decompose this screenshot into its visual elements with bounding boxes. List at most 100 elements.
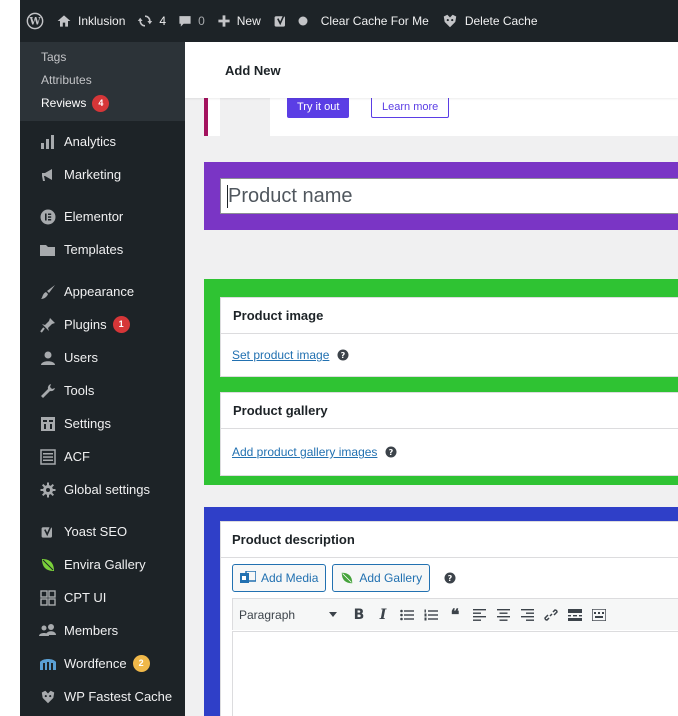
wordpress-icon: W bbox=[26, 12, 44, 30]
sidebar-item-wp-fastest-cache[interactable]: WP Fastest Cache bbox=[20, 680, 185, 713]
product-image-body: Set product image ? bbox=[221, 334, 678, 376]
sidebar-item-marketing[interactable]: Marketing bbox=[20, 158, 185, 191]
clear-cache-link[interactable]: Clear Cache For Me bbox=[315, 0, 435, 42]
media-buttons-row: Add Media Add Gallery ? bbox=[221, 558, 678, 598]
sidebar-item-settings[interactable]: Settings bbox=[20, 407, 185, 440]
learn-more-button[interactable]: Learn more bbox=[371, 96, 450, 118]
delete-cache-link[interactable]: Delete Cache bbox=[435, 0, 544, 42]
sidebar-item-label: Elementor bbox=[64, 209, 124, 224]
comments-count: 0 bbox=[198, 14, 205, 28]
cheetah-icon bbox=[38, 687, 58, 707]
sidebar-item-label: Plugins bbox=[64, 317, 107, 332]
cheetah-icon bbox=[443, 14, 457, 28]
sidebar-item-elementor[interactable]: Elementor bbox=[20, 200, 185, 233]
updates-count: 4 bbox=[159, 14, 167, 28]
sidebar-item-label: Users bbox=[64, 350, 98, 365]
notice-image-area bbox=[220, 98, 270, 136]
leaf-icon bbox=[38, 555, 58, 575]
read-more-button[interactable] bbox=[563, 603, 587, 627]
blockquote-button[interactable]: ❝ bbox=[443, 603, 467, 627]
product-gallery-body: Add product gallery images ? bbox=[221, 429, 678, 475]
admin-sidebar: Tags Attributes Reviews 4 Analytics Marke… bbox=[20, 42, 185, 716]
italic-icon: I bbox=[379, 606, 387, 623]
plugins-update-badge: 1 bbox=[112, 316, 130, 333]
sidebar-item-label: Analytics bbox=[64, 134, 117, 149]
site-name: Inklusion bbox=[78, 14, 126, 28]
product-image-box: Product image Set product image ? bbox=[220, 297, 678, 377]
help-icon[interactable]: ? bbox=[337, 349, 349, 361]
help-icon[interactable]: ? bbox=[444, 572, 456, 584]
help-icon[interactable]: ? bbox=[385, 446, 397, 458]
italic-button[interactable]: I bbox=[371, 603, 395, 627]
reviews-count-badge: 4 bbox=[92, 95, 110, 112]
align-center-icon bbox=[496, 608, 510, 621]
sidebar-item-users[interactable]: Users bbox=[20, 341, 185, 374]
new-content-link[interactable]: New bbox=[211, 0, 267, 42]
delete-cache-label: Delete Cache bbox=[464, 14, 538, 28]
submenu-item-label: Attributes bbox=[41, 73, 92, 87]
paintbrush-icon bbox=[38, 282, 58, 302]
submenu-item-label: Tags bbox=[41, 50, 67, 64]
numbered-list-button[interactable] bbox=[419, 603, 443, 627]
product-description-section: Product description Add Media Add Galler… bbox=[204, 507, 678, 716]
elementor-icon bbox=[38, 207, 58, 227]
sidebar-item-appearance[interactable]: Appearance bbox=[20, 275, 185, 308]
sidebar-item-cpt-ui[interactable]: CPT UI bbox=[20, 581, 185, 614]
sidebar-item-label: Members bbox=[64, 623, 119, 638]
comment-icon bbox=[179, 16, 191, 27]
add-product-gallery-link[interactable]: Add product gallery images bbox=[232, 445, 377, 459]
sidebar-item-global-settings[interactable]: Global settings bbox=[20, 473, 185, 506]
user-icon bbox=[38, 348, 58, 368]
svg-text:?: ? bbox=[448, 574, 453, 583]
align-left-icon bbox=[472, 608, 486, 621]
sidebar-item-label: Envira Gallery bbox=[64, 557, 146, 572]
left-gutter bbox=[0, 0, 20, 716]
wordfence-icon bbox=[38, 654, 58, 674]
sidebar-item-members[interactable]: Members bbox=[20, 614, 185, 647]
toolbar-toggle-button[interactable] bbox=[587, 603, 611, 627]
sidebar-item-label: Templates bbox=[64, 242, 124, 257]
submenu-item-reviews[interactable]: Reviews 4 bbox=[20, 92, 185, 115]
members-icon bbox=[38, 621, 58, 641]
sidebar-item-tools[interactable]: Tools bbox=[20, 374, 185, 407]
sidebar-item-envira-gallery[interactable]: Envira Gallery bbox=[20, 548, 185, 581]
plus-icon bbox=[218, 15, 230, 27]
site-name-link[interactable]: Inklusion bbox=[50, 0, 131, 42]
bold-button[interactable]: B bbox=[347, 603, 371, 627]
wordpress-logo-button[interactable]: W bbox=[20, 0, 50, 42]
settings-icon bbox=[38, 414, 58, 434]
bulleted-list-button[interactable] bbox=[395, 603, 419, 627]
align-right-icon bbox=[520, 608, 534, 621]
acf-icon bbox=[38, 447, 58, 467]
sidebar-item-plugins[interactable]: Plugins 1 bbox=[20, 308, 185, 341]
format-select[interactable]: Paragraph bbox=[239, 608, 347, 622]
description-editor[interactable] bbox=[232, 631, 678, 716]
product-description-heading: Product description bbox=[221, 522, 678, 558]
sidebar-item-analytics[interactable]: Analytics bbox=[20, 125, 185, 158]
try-it-out-button[interactable]: Try it out bbox=[287, 96, 350, 118]
home-icon bbox=[57, 15, 71, 27]
yoast-adminbar-link[interactable] bbox=[267, 0, 315, 42]
sidebar-item-wordfence[interactable]: Wordfence 2 bbox=[20, 647, 185, 680]
product-gallery-heading: Product gallery bbox=[221, 393, 678, 429]
sidebar-item-templates[interactable]: Templates bbox=[20, 233, 185, 266]
product-name-input[interactable]: Product name bbox=[220, 178, 678, 214]
sidebar-item-acf[interactable]: ACF bbox=[20, 440, 185, 473]
bar-chart-icon bbox=[38, 132, 58, 152]
align-right-button[interactable] bbox=[515, 603, 539, 627]
align-left-button[interactable] bbox=[467, 603, 491, 627]
updates-link[interactable]: 4 bbox=[131, 0, 172, 42]
insert-link-button[interactable] bbox=[539, 603, 563, 627]
sidebar-item-yoast-seo[interactable]: Yoast SEO bbox=[20, 515, 185, 548]
format-select-value: Paragraph bbox=[239, 607, 296, 622]
submenu-item-tags[interactable]: Tags bbox=[20, 46, 185, 69]
status-dot-icon bbox=[298, 16, 308, 26]
svg-text:?: ? bbox=[341, 351, 346, 360]
add-gallery-button[interactable]: Add Gallery bbox=[332, 564, 431, 592]
align-center-button[interactable] bbox=[491, 603, 515, 627]
add-media-button[interactable]: Add Media bbox=[232, 564, 327, 592]
folder-icon bbox=[38, 240, 58, 260]
submenu-item-attributes[interactable]: Attributes bbox=[20, 69, 185, 92]
set-product-image-link[interactable]: Set product image bbox=[232, 348, 329, 362]
comments-link[interactable]: 0 bbox=[172, 0, 211, 42]
